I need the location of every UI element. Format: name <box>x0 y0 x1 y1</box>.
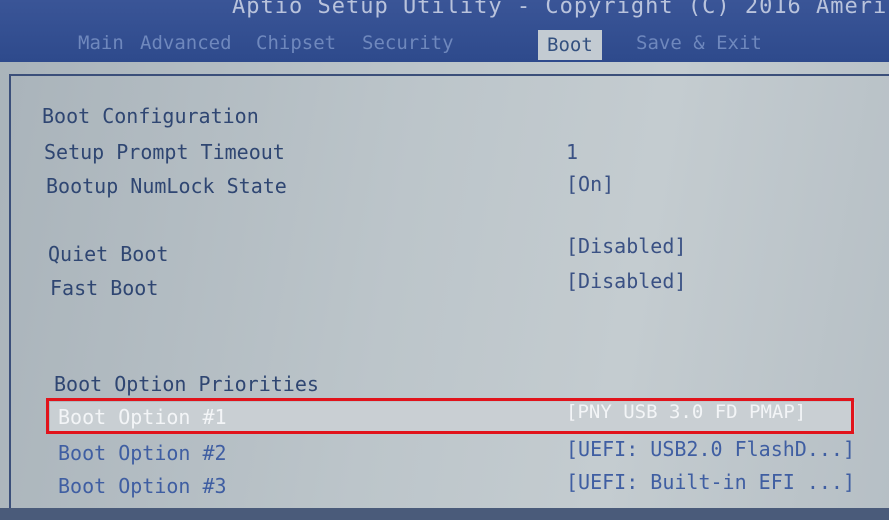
bootup-numlock-label[interactable]: Bootup NumLock State <box>46 174 287 198</box>
bottom-bezel <box>0 508 889 520</box>
tab-advanced[interactable]: Advanced <box>140 32 232 54</box>
boot-option-2-value[interactable]: [UEFI: USB2.0 FlashD...] <box>566 437 855 461</box>
setup-prompt-timeout-label[interactable]: Setup Prompt Timeout <box>44 140 285 164</box>
quiet-boot-label[interactable]: Quiet Boot <box>48 242 168 266</box>
quiet-boot-value[interactable]: [Disabled] <box>566 234 686 258</box>
fast-boot-label[interactable]: Fast Boot <box>50 276 158 300</box>
tab-main[interactable]: Main <box>78 32 124 54</box>
bootup-numlock-value[interactable]: [On] <box>566 172 614 196</box>
fast-boot-value[interactable]: [Disabled] <box>566 269 686 293</box>
section-title-boot-option-priorities: Boot Option Priorities <box>54 372 319 396</box>
section-title-boot-configuration: Boot Configuration <box>42 104 259 128</box>
tab-security[interactable]: Security <box>362 32 454 54</box>
boot-option-2-label[interactable]: Boot Option #2 <box>58 441 227 465</box>
tab-chipset[interactable]: Chipset <box>256 32 336 54</box>
tab-save-exit[interactable]: Save & Exit <box>636 32 762 54</box>
red-highlight-box <box>46 398 854 434</box>
bios-title: Aptio Setup Utility - Copyright (C) 2016… <box>232 0 888 19</box>
bios-screen: Aptio Setup Utility - Copyright (C) 2016… <box>0 0 889 520</box>
boot-option-3-label[interactable]: Boot Option #3 <box>58 474 227 498</box>
setup-prompt-timeout-value[interactable]: 1 <box>566 140 578 164</box>
boot-option-3-value[interactable]: [UEFI: Built-in EFI ...] <box>566 470 855 494</box>
bios-header: Aptio Setup Utility - Copyright (C) 2016… <box>0 0 889 62</box>
tab-bar: Main Advanced Chipset Security Boot Save… <box>0 30 889 60</box>
tab-boot[interactable]: Boot <box>538 30 602 60</box>
